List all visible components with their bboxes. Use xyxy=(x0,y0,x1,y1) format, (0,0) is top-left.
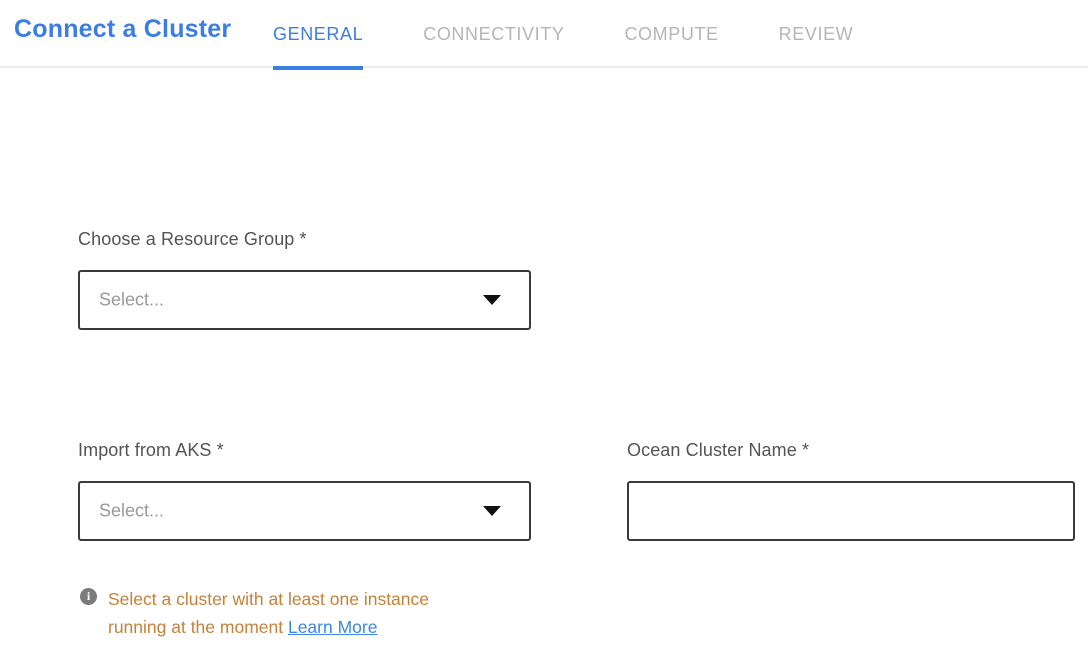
tab-review[interactable]: REVIEW xyxy=(779,0,854,68)
chevron-down-icon xyxy=(483,295,501,305)
wizard-tabs: GENERAL CONNECTIVITY COMPUTE REVIEW xyxy=(273,0,853,68)
ocean-cluster-name-label: Ocean Cluster Name * xyxy=(627,440,809,461)
tab-general[interactable]: GENERAL xyxy=(273,0,363,68)
import-aks-label: Import from AKS * xyxy=(78,440,224,461)
cluster-info-note: i Select a cluster with at least one ins… xyxy=(78,585,478,641)
page-title: Connect a Cluster xyxy=(14,15,231,44)
resource-group-label: Choose a Resource Group * xyxy=(78,229,307,250)
import-aks-select[interactable]: Select... xyxy=(78,481,531,541)
ocean-cluster-name-input[interactable] xyxy=(627,481,1075,541)
tab-compute[interactable]: COMPUTE xyxy=(624,0,718,68)
resource-group-select[interactable]: Select... xyxy=(78,270,531,330)
note-text: Select a cluster with at least one insta… xyxy=(108,589,429,637)
wizard-header: Connect a Cluster GENERAL CONNECTIVITY C… xyxy=(0,0,1088,68)
tab-connectivity[interactable]: CONNECTIVITY xyxy=(423,0,564,68)
resource-group-placeholder: Select... xyxy=(99,290,164,311)
info-icon: i xyxy=(80,588,97,605)
learn-more-link[interactable]: Learn More xyxy=(288,617,378,637)
chevron-down-icon xyxy=(483,506,501,516)
import-aks-placeholder: Select... xyxy=(99,501,164,522)
